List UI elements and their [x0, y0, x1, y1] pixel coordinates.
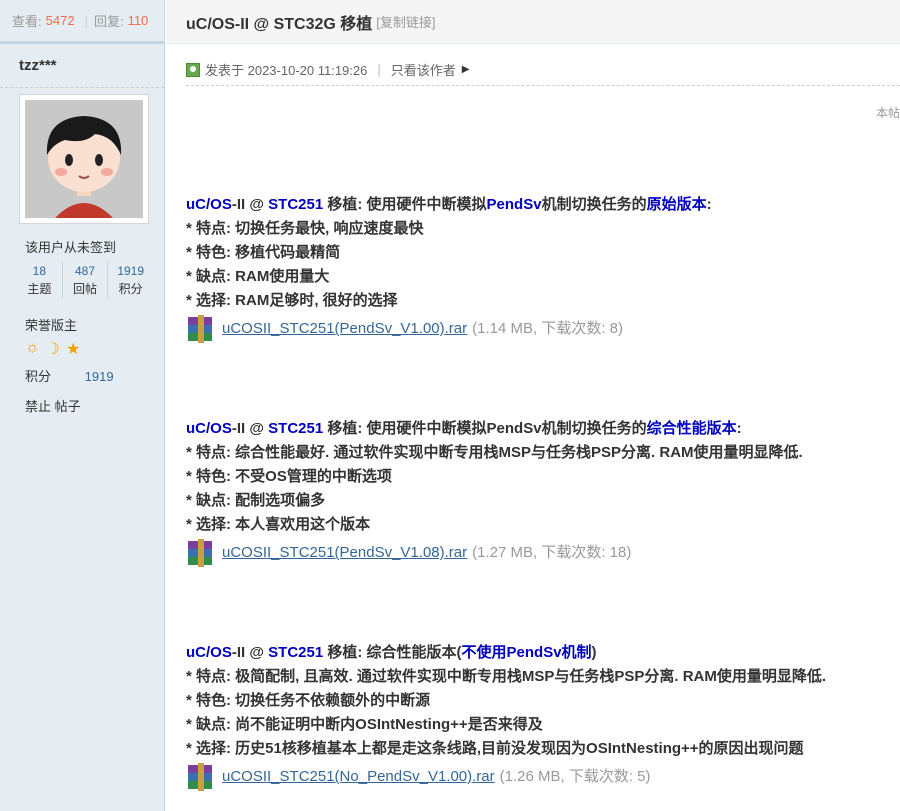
stat-replies[interactable]: 487 回帖 — [63, 262, 109, 298]
block-line: * 特色: 不受OS管理的中断选项 — [186, 468, 392, 485]
replies-label: 回复: — [93, 14, 124, 29]
author-sidebar: 查看: 5472 | 回复: 110 tzz*** 该用户从未签到 18 主题 … — [0, 0, 165, 811]
attachment-row: uCOSII_STC251(PendSv_V1.00).rar (1.14 MB… — [186, 315, 712, 343]
profile-stats: 18 主题 487 回帖 1919 积分 — [17, 262, 153, 298]
attachment-info: (1.27 MB, 下载次数: 18) — [472, 544, 632, 561]
block-line: * 特点: 综合性能最好. 通过软件实现中断专用栈MSP与任务栈PSP分离. R… — [186, 444, 803, 461]
star-icon: ★ — [66, 341, 81, 358]
post-main: uC/OS-II @ STC32G 移植 [复制链接] 发表于 2023-10-… — [166, 0, 900, 811]
rank-icons: ☼ ☽ ★ — [25, 339, 80, 359]
stat-label: 回帖 — [73, 282, 98, 296]
block-line: * 特色: 移植代码最精简 — [186, 244, 341, 261]
block-heading: uC/OS-II @ STC251 移植: 使用硬件中断模拟PendSv机制切换… — [186, 196, 712, 213]
attachment-block-2: uC/OS-II @ STC251 移植: 使用硬件中断模拟PendSv机制切换… — [186, 417, 803, 567]
meta-divider — [186, 85, 900, 86]
stat-value: 1919 — [117, 264, 145, 278]
block-line: * 缺点: 配制选项偏多 — [186, 492, 326, 509]
thread-stats: 查看: 5472 | 回复: 110 — [0, 0, 164, 44]
post-date: 发表于 2023-10-20 11:19:26 — [205, 63, 368, 78]
banned-status: 禁止 帖子 — [25, 399, 81, 414]
author-name[interactable]: tzz*** — [0, 44, 164, 88]
points-value: 1919 — [84, 369, 114, 384]
block-line: * 特点: 极简配制, 且高效. 通过软件实现中断专用栈MSP与任务栈PSP分离… — [186, 668, 827, 685]
stat-label: 主题 — [27, 282, 52, 296]
block-line: * 特色: 切换任务不依赖额外的中断源 — [186, 692, 431, 709]
only-author-link[interactable]: 只看该作者 — [391, 60, 456, 79]
block-line: * 特点: 切换任务最快, 响应速度最快 — [186, 220, 424, 237]
block-line: * 选择: RAM足够时, 很好的选择 — [186, 292, 398, 309]
attachment-row: uCOSII_STC251(PendSv_V1.08).rar (1.27 MB… — [186, 539, 803, 567]
rar-archive-icon — [186, 315, 216, 343]
rar-archive-icon — [186, 539, 216, 567]
stat-label: 积分 — [118, 282, 143, 296]
views-label: 查看: — [12, 14, 42, 29]
post-side-note: 本帖 — [875, 106, 900, 120]
attachment-row: uCOSII_STC251(No_PendSv_V1.00).rar (1.26… — [186, 763, 826, 791]
block-line: * 选择: 本人喜欢用这个版本 — [186, 516, 371, 533]
poster-icon — [186, 62, 200, 77]
block-heading: uC/OS-II @ STC251 移植: 使用硬件中断模拟PendSv机制切换… — [186, 420, 742, 437]
copy-link-button[interactable]: [复制链接] — [376, 12, 435, 31]
thread-title: uC/OS-II @ STC32G 移植 — [186, 15, 373, 33]
attachment-block-1: uC/OS-II @ STC251 移植: 使用硬件中断模拟PendSv机制切换… — [186, 193, 712, 343]
user-rank[interactable]: 荣誉版主 — [25, 315, 77, 334]
attachment-link[interactable]: uCOSII_STC251(PendSv_V1.00).rar — [222, 317, 467, 341]
attachment-info: (1.14 MB, 下载次数: 8) — [472, 320, 623, 337]
points-row: 积分 1919 — [25, 366, 114, 385]
block-line: * 选择: 历史51核移植基本上都是走这条线路,目前没发现因为OSIntNest… — [186, 740, 804, 757]
post-meta: 发表于 2023-10-20 11:19:26 | 只看该作者 ▶ — [186, 60, 469, 79]
avatar[interactable] — [19, 94, 149, 224]
block-heading: uC/OS-II @ STC251 移植: 综合性能版本(不使用PendSv机制… — [186, 644, 597, 661]
moon-icon: ☽ — [45, 341, 61, 358]
caret-right-icon: ▶ — [461, 64, 470, 75]
attachment-link[interactable]: uCOSII_STC251(No_PendSv_V1.00).rar — [222, 765, 495, 789]
signin-status: 该用户从未签到 — [25, 240, 117, 255]
views-count: 5472 — [45, 13, 75, 28]
avatar-image — [25, 100, 143, 218]
attachment-info: (1.26 MB, 下载次数: 5) — [499, 768, 651, 785]
block-line: * 缺点: 尚不能证明中断内OSIntNesting++是否来得及 — [186, 716, 543, 733]
stat-value: 18 — [32, 264, 47, 278]
rar-archive-icon — [186, 763, 216, 791]
stat-topics[interactable]: 18 主题 — [17, 262, 63, 298]
thread-title-bar: uC/OS-II @ STC32G 移植 [复制链接] — [166, 0, 900, 44]
attachment-link[interactable]: uCOSII_STC251(PendSv_V1.08).rar — [222, 541, 467, 565]
attachment-block-3: uC/OS-II @ STC251 移植: 综合性能版本(不使用PendSv机制… — [186, 641, 826, 791]
stat-value: 487 — [74, 264, 96, 278]
block-line: * 缺点: RAM使用量大 — [186, 268, 330, 285]
points-label: 积分 — [25, 369, 52, 384]
stat-points[interactable]: 1919 积分 — [108, 262, 153, 298]
replies-count: 110 — [127, 13, 149, 28]
sun-icon: ☼ — [25, 339, 40, 356]
